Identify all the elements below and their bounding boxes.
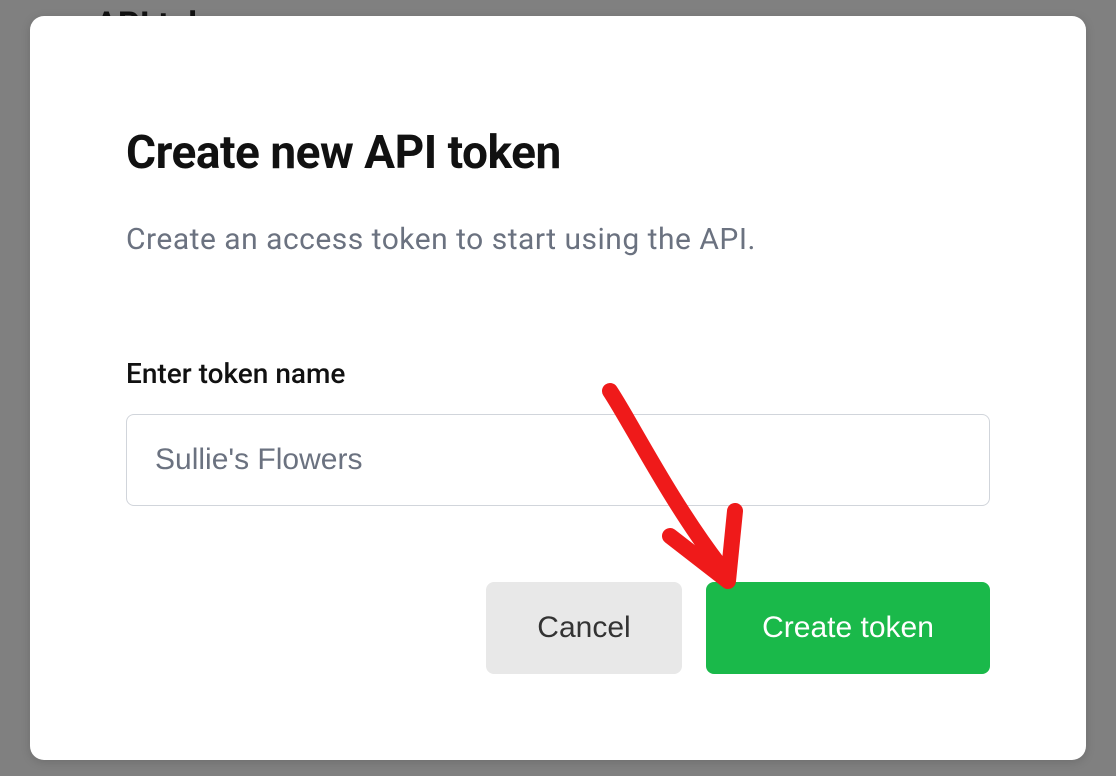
token-name-label: Enter token name [126,357,990,390]
token-name-input[interactable] [126,414,990,506]
create-token-modal: Create new API token Create an access to… [30,16,1086,760]
modal-title: Create new API token [126,126,990,180]
modal-actions: Cancel Create token [126,582,990,674]
modal-subtitle: Create an access token to start using th… [126,222,990,257]
cancel-button[interactable]: Cancel [486,582,682,674]
create-token-button[interactable]: Create token [706,582,990,674]
